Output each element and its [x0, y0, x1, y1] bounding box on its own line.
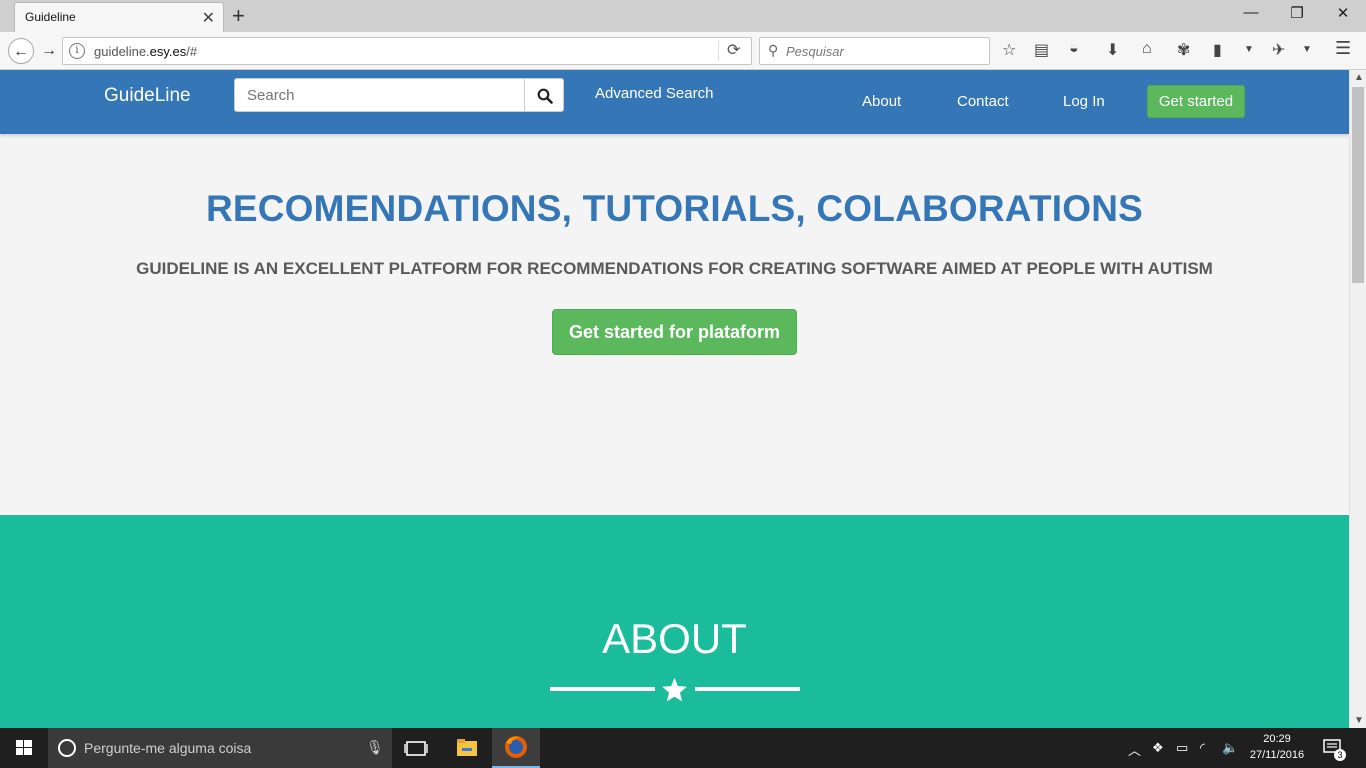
get-started-platform-button[interactable]: Get started for plataform	[552, 309, 797, 355]
pocket-icon[interactable]: ◒	[1069, 40, 1079, 58]
system-clock[interactable]: 20:29 27/11/2016	[1240, 731, 1314, 763]
windows-icon	[16, 740, 32, 755]
reload-icon[interactable]: ⟳	[727, 40, 740, 60]
page-scrollbar[interactable]: ▲ ▼	[1349, 70, 1366, 728]
scroll-up-icon[interactable]: ▲	[1354, 72, 1364, 83]
chevron-down-icon[interactable]: ▼	[1244, 44, 1254, 55]
chevron-down-icon[interactable]: ▼	[1302, 44, 1312, 55]
site-brand[interactable]: GuideLine	[104, 85, 191, 107]
extension-icon[interactable]: ✾	[1177, 40, 1190, 60]
url-bar[interactable]: i guideline.esy.es/# ⟳	[62, 37, 752, 65]
site-navbar: GuideLine Advanced Search About Contact …	[0, 70, 1349, 134]
tab-bar: Guideline ✕ + — ❐ ✕	[0, 0, 1366, 32]
battery-icon[interactable]: ▭	[1176, 740, 1188, 756]
notification-badge: 3	[1334, 749, 1346, 761]
nav-contact-link[interactable]: Contact	[957, 93, 1009, 110]
minimize-icon[interactable]: —	[1228, 4, 1274, 21]
volume-icon[interactable]: 🔈	[1222, 740, 1238, 756]
scrollbar-thumb[interactable]	[1352, 87, 1364, 283]
cortana-search-box[interactable]: Pergunte-me alguma coisa 🎙	[48, 728, 392, 768]
cortana-icon	[58, 739, 76, 757]
advanced-search-link[interactable]: Advanced Search	[595, 85, 713, 102]
browser-toolbar: ← → i guideline.esy.es/# ⟳ ⚲ Pesquisar ☆…	[0, 32, 1366, 70]
site-search-input[interactable]	[234, 78, 525, 112]
task-view-icon	[404, 741, 428, 756]
taskbar: Pergunte-me alguma coisa 🎙 ︿ ❖ ▭ ◜ 🔈 20:…	[0, 728, 1366, 768]
forward-icon[interactable]: →	[36, 38, 62, 64]
new-tab-icon[interactable]: +	[232, 3, 245, 29]
file-explorer-button[interactable]	[443, 728, 491, 768]
site-search-button[interactable]	[524, 78, 564, 112]
url-divider	[718, 41, 719, 61]
search-icon	[537, 88, 553, 104]
dropbox-icon[interactable]: ❖	[1152, 740, 1164, 756]
window-close-icon[interactable]: ✕	[1320, 4, 1366, 22]
page-viewport: GuideLine Advanced Search About Contact …	[0, 70, 1349, 728]
clock-time: 20:29	[1263, 733, 1291, 745]
url-text: guideline.esy.es/#	[94, 44, 198, 59]
about-section: ABOUT	[0, 515, 1349, 728]
microphone-icon[interactable]: 🎙	[366, 739, 384, 756]
menu-icon[interactable]: ☰	[1335, 38, 1351, 59]
search-icon: ⚲	[768, 42, 779, 58]
star-icon	[662, 677, 687, 702]
browser-tab[interactable]: Guideline ✕	[14, 2, 224, 32]
cortana-placeholder: Pergunte-me alguma coisa	[84, 740, 252, 756]
tab-title: Guideline	[25, 10, 76, 24]
download-icon[interactable]: ⬇	[1106, 40, 1119, 60]
divider-line-right	[695, 687, 800, 691]
hero-title: RECOMENDATIONS, TUTORIALS, COLABORATIONS	[205, 188, 1144, 229]
back-icon[interactable]: ←	[8, 38, 34, 64]
wifi-icon[interactable]: ◜	[1200, 740, 1205, 756]
nav-login-link[interactable]: Log In	[1063, 93, 1105, 110]
start-button[interactable]	[0, 728, 48, 768]
addon-icon[interactable]: ✈	[1272, 40, 1285, 60]
site-info-icon[interactable]: i	[69, 43, 85, 59]
firefox-taskbar-button[interactable]	[492, 728, 540, 768]
task-view-button[interactable]	[392, 728, 440, 768]
browser-search-field[interactable]: ⚲ Pesquisar	[759, 37, 990, 65]
about-title: ABOUT	[602, 615, 747, 662]
browser-search-placeholder: Pesquisar	[786, 44, 844, 59]
hero-subtitle: GUIDELINE IS AN EXCELLENT PLATFORM FOR R…	[136, 259, 1213, 278]
tab-close-icon[interactable]: ✕	[202, 8, 215, 28]
clipboard-icon[interactable]: ▮	[1213, 40, 1222, 60]
divider-line-left	[550, 687, 655, 691]
home-icon[interactable]: ⌂	[1142, 40, 1152, 58]
bookmark-star-icon[interactable]: ☆	[1002, 40, 1016, 60]
folder-icon	[457, 739, 477, 756]
firefox-icon	[505, 736, 527, 758]
clock-date: 27/11/2016	[1249, 749, 1305, 761]
scroll-down-icon[interactable]: ▼	[1354, 715, 1364, 726]
restore-icon[interactable]: ❐	[1274, 4, 1320, 22]
get-started-button[interactable]: Get started	[1147, 85, 1245, 118]
reading-list-icon[interactable]: ▤	[1034, 40, 1049, 60]
nav-about-link[interactable]: About	[862, 93, 901, 110]
chevron-up-icon[interactable]: ︿	[1128, 740, 1141, 759]
